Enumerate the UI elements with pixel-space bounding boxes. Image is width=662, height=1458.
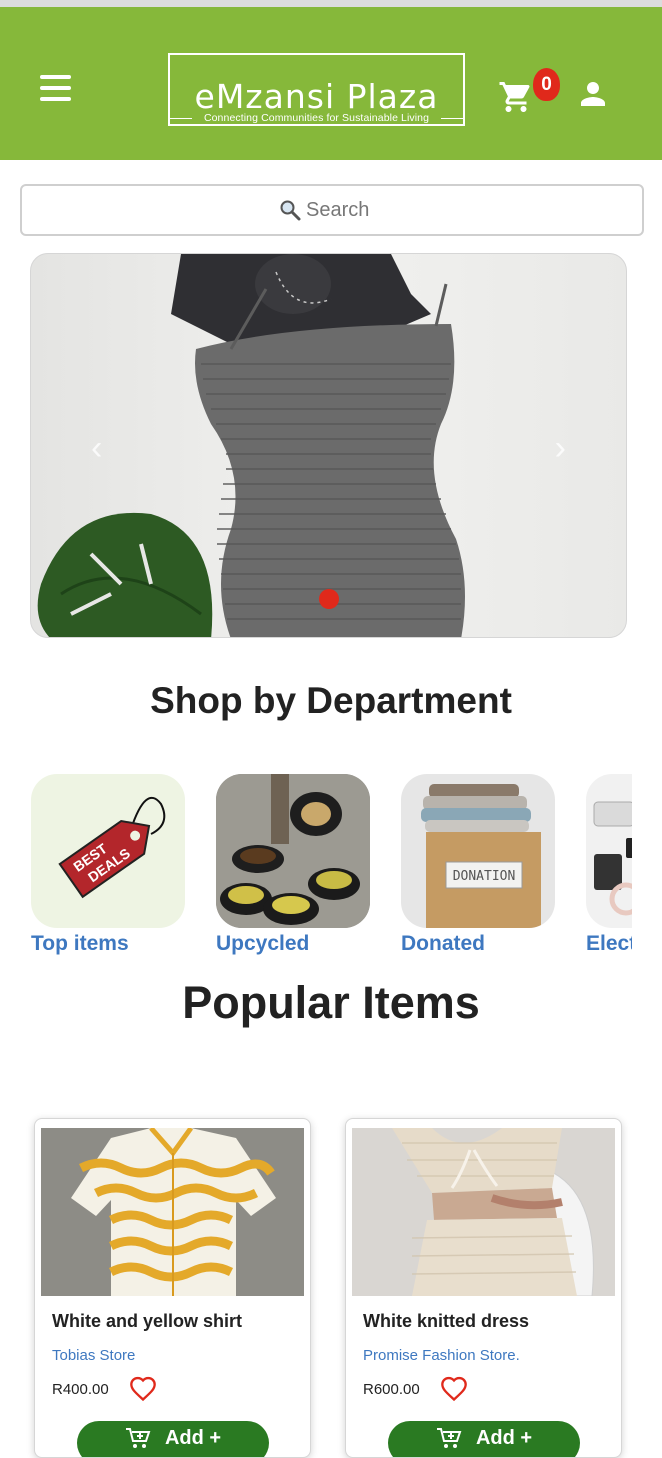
department-label: Donated [401,932,485,955]
product-price: R400.00 [52,1381,109,1398]
add-to-cart-button[interactable]: Add + [388,1421,580,1457]
department-top-items[interactable]: BEST DEALS Top items [31,774,185,956]
department-label: Upcycled [216,932,310,955]
brand-name: eMzansi Plaza [194,77,439,116]
department-upcycled[interactable]: Upcycled [216,774,370,956]
electronics-image [586,774,632,928]
store-link[interactable]: Tobias Store [52,1347,135,1364]
upcycled-tyre-furniture-image [216,774,370,928]
brand-tagline: Connecting Communities for Sustainable L… [203,112,430,124]
add-button-label: Add + [475,1427,533,1449]
add-to-cart-button[interactable]: Add + [77,1421,269,1457]
product-card[interactable]: White and yellow shirt Tobias Store R400… [34,1118,311,1458]
donation-box-image: DONATION [401,774,555,928]
product-image-knitted-dress[interactable] [352,1128,615,1296]
product-image-yellow-shirt[interactable] [41,1128,304,1296]
search-bar[interactable] [20,184,644,236]
store-link[interactable]: Promise Fashion Store. [363,1347,520,1364]
carousel-next-icon[interactable]: › [555,429,566,468]
product-name[interactable]: White and yellow shirt [52,1311,242,1332]
department-label: Top items [31,932,129,955]
department-list[interactable]: BEST DEALS Top items Upcycled DONATION D… [31,774,632,964]
department-donated[interactable]: DONATION Donated [401,774,555,956]
donation-text: DONATION [453,869,516,884]
carousel-prev-icon[interactable]: ‹ [91,429,102,468]
hamburger-menu-icon[interactable] [40,75,72,101]
product-card[interactable]: White knitted dress Promise Fashion Stor… [345,1118,622,1458]
heart-icon[interactable] [129,1376,157,1402]
heart-icon[interactable] [440,1376,468,1402]
app-header: eMzansi Plaza Connecting Communities for… [0,7,662,160]
search-input[interactable] [306,198,386,222]
cart-icon[interactable] [498,79,534,115]
product-price: R600.00 [363,1381,420,1398]
user-account-icon[interactable] [578,79,608,109]
brand-logo[interactable]: eMzansi Plaza Connecting Communities for… [168,53,465,126]
department-electronics[interactable]: Electronics [586,774,632,956]
shop-by-department-heading: Shop by Department [150,680,512,721]
product-name[interactable]: White knitted dress [363,1311,529,1332]
search-icon [280,200,301,221]
hero-carousel[interactable]: ‹ › [30,253,627,638]
carousel-indicator-dot[interactable] [319,589,339,609]
knitted-dress-banner-image [37,254,465,637]
cart-count-badge: 0 [533,68,560,101]
add-button-label: Add + [164,1427,222,1449]
popular-items-heading: Popular Items [182,977,480,1028]
department-label: Electronics [586,932,632,955]
best-deals-tag-image: BEST DEALS [31,774,185,928]
browser-top-strip [0,0,662,7]
